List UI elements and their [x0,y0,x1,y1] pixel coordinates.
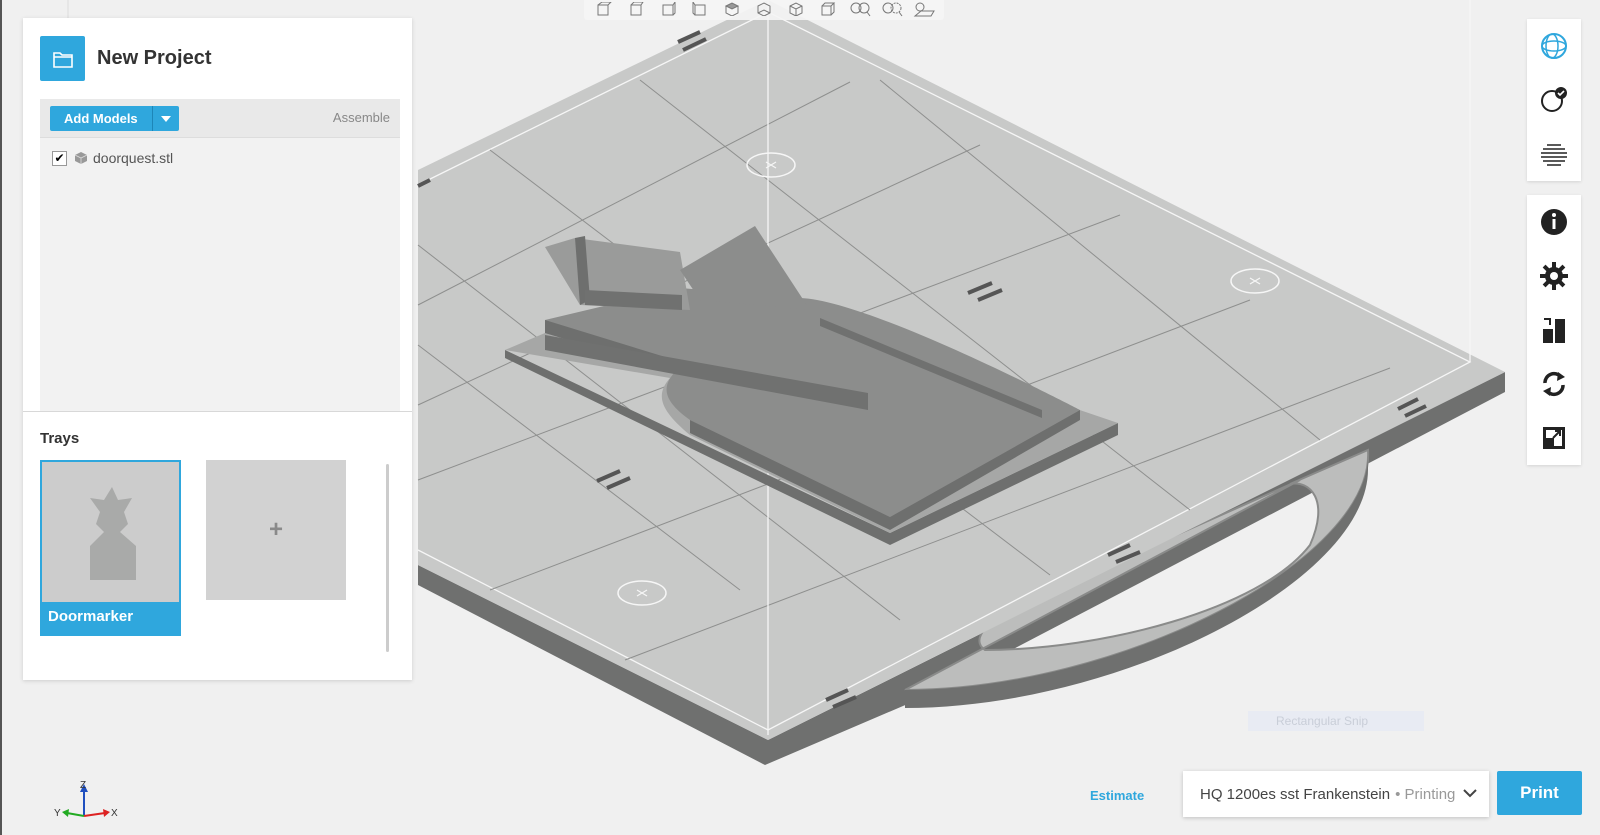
view-bottom-icon[interactable] [750,0,778,18]
view-top-icon[interactable] [718,0,746,18]
add-tray-button[interactable]: + [206,460,346,600]
axis-z-label: Z [80,780,86,791]
models-list: Add Models Assemble ✔ doorquest.stl [40,99,400,411]
print-validation-icon[interactable] [1527,73,1581,127]
workflow-toolbar [1527,19,1581,181]
gear-icon[interactable] [1527,249,1581,303]
scale-icon[interactable] [1527,411,1581,465]
view-toolbar [584,0,944,20]
estimate-link[interactable]: Estimate [1090,788,1144,803]
printer-name: HQ 1200es sst Frankenstein [1200,785,1391,803]
divider [23,411,412,412]
trays-title: Trays [40,430,80,447]
arrange-icon[interactable] [1527,303,1581,357]
zoom-selection-icon[interactable] [878,0,906,18]
snip-tooltip: Rectangular Snip [1248,711,1424,731]
axis-x-label: X [111,808,118,819]
printer-select[interactable]: HQ 1200es sst Frankenstein • Printing [1183,771,1489,817]
zoom-model-icon[interactable] [846,0,874,18]
project-panel: New Project Add Models Assemble ✔ doorqu… [23,18,412,680]
cube-icon [75,152,87,164]
axis-gizmo: Z Y X [50,780,120,831]
view-front-icon[interactable] [590,0,618,18]
model-name: doorquest.stl [93,150,174,166]
caret-down-icon [160,115,171,122]
zoom-tray-icon[interactable] [910,0,938,18]
info-icon[interactable] [1527,195,1581,249]
view-iso-icon[interactable] [782,0,810,18]
add-models-control: Add Models [50,106,179,131]
add-models-button[interactable]: Add Models [50,106,152,131]
axis-y-label: Y [54,808,61,819]
project-title[interactable]: New Project [97,47,211,70]
printer-status: • Printing [1395,785,1456,803]
assemble-button[interactable]: Assemble [333,110,390,125]
slice-preview-icon[interactable] [1527,127,1581,181]
prepare-icon[interactable] [1527,19,1581,73]
models-toolbar: Add Models Assemble [40,99,400,138]
window-edge [0,0,2,835]
view-right-icon[interactable] [686,0,714,18]
trays-scrollbar[interactable] [386,464,389,652]
tray-card[interactable]: Doormarker [40,460,181,636]
print-button[interactable]: Print [1497,771,1582,815]
model-toolbar [1527,195,1581,465]
rotate-icon[interactable] [1527,357,1581,411]
list-item[interactable]: ✔ doorquest.stl [52,149,173,167]
model-checkbox[interactable]: ✔ [52,150,67,166]
chevron-down-icon [1463,789,1477,798]
add-models-dropdown[interactable] [151,106,179,131]
folder-icon[interactable] [40,36,85,81]
view-box-icon[interactable] [814,0,842,18]
tray-label: Doormarker [42,602,179,634]
tray-thumbnail [42,462,179,604]
view-back-icon[interactable] [622,0,650,18]
project-header: New Project [40,36,211,81]
view-left-icon[interactable] [654,0,682,18]
